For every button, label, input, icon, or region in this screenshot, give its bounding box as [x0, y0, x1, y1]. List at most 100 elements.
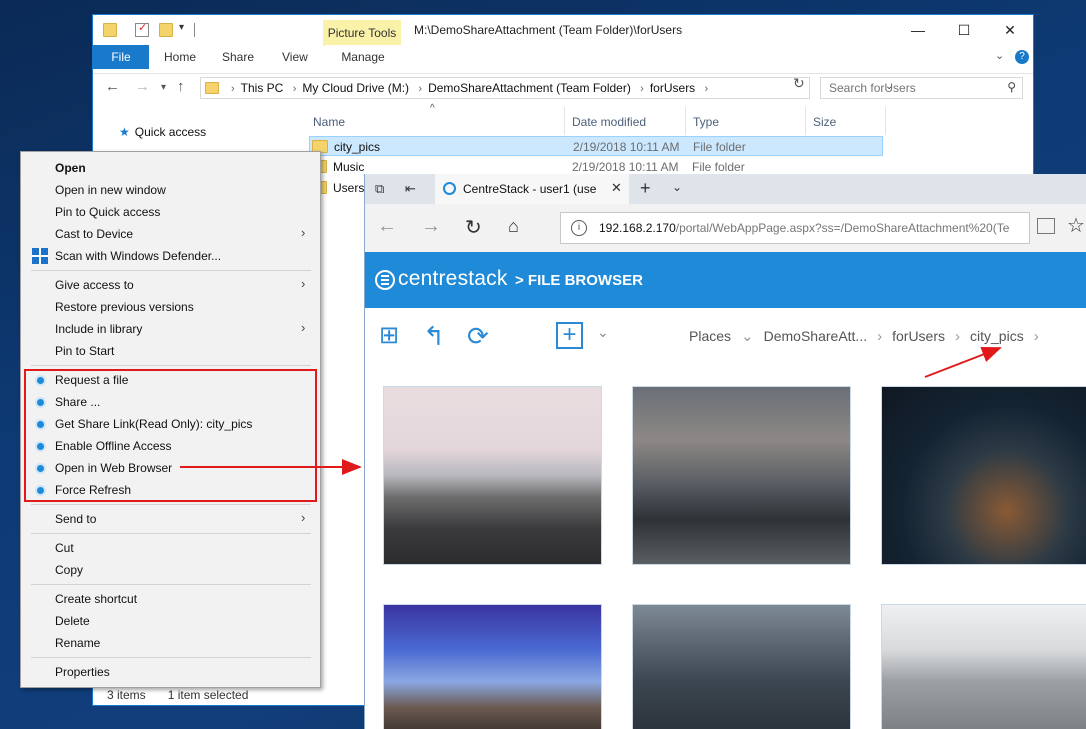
tab-share[interactable]: Share: [208, 45, 268, 69]
menu-item-delete[interactable]: Delete: [55, 614, 90, 628]
menu-item-copy[interactable]: Copy: [55, 563, 83, 577]
image-thumbnail[interactable]: [632, 604, 851, 729]
properties-icon[interactable]: [135, 21, 149, 37]
chevron-right-icon[interactable]: ›: [705, 83, 709, 95]
image-thumbnail[interactable]: [881, 604, 1086, 729]
breadcrumb: › This PC › My Cloud Drive (M:) › DemoShare…: [225, 81, 714, 95]
file-name: city_pics: [334, 140, 381, 154]
image-thumbnail[interactable]: [632, 386, 851, 565]
expand-ribbon-icon[interactable]: ⌄: [995, 49, 1004, 62]
tab-file[interactable]: File: [93, 45, 149, 69]
menu-item-cut[interactable]: Cut: [55, 541, 74, 555]
favorite-star-icon[interactable]: ☆: [1067, 213, 1085, 238]
url-bar[interactable]: i 192.168.2.170/portal/WebAppPage.aspx?s…: [560, 212, 1030, 244]
menu-item-rename[interactable]: Rename: [55, 636, 100, 650]
breadcrumb-for-users[interactable]: forUsers: [892, 328, 945, 344]
chevron-right-icon[interactable]: ›: [640, 83, 644, 95]
column-divider[interactable]: [564, 107, 565, 135]
tab-view[interactable]: View: [268, 45, 322, 69]
sync-icon[interactable]: ⟳: [467, 321, 489, 352]
menu-separator: [31, 584, 311, 585]
maximize-button[interactable]: ☐: [941, 15, 987, 45]
tab-home[interactable]: Home: [150, 45, 210, 69]
breadcrumb-cloud-drive[interactable]: My Cloud Drive (M:): [302, 81, 409, 95]
menu-item-send-to[interactable]: Send to: [55, 512, 96, 526]
column-divider[interactable]: [685, 107, 686, 135]
close-button[interactable]: ✕: [987, 15, 1033, 45]
image-thumbnail[interactable]: [383, 604, 602, 729]
menu-item-pin-quick-access[interactable]: Pin to Quick access: [55, 205, 160, 219]
menu-item-give-access[interactable]: Give access to: [55, 278, 134, 292]
search-input[interactable]: [821, 78, 1001, 98]
title-bar: ▾ Picture Tools M:\DemoShareAttachment (…: [93, 15, 1033, 46]
chevron-down-icon[interactable]: ⌄: [597, 324, 609, 341]
menu-item-properties[interactable]: Properties: [55, 665, 110, 679]
menu-item-pin-start[interactable]: Pin to Start: [55, 344, 114, 358]
browser-tab[interactable]: CentreStack - user1 (use ✕: [435, 174, 629, 204]
search-icon[interactable]: ⚲: [1007, 80, 1016, 94]
menu-item-create-shortcut[interactable]: Create shortcut: [55, 592, 137, 606]
forward-arrow-icon[interactable]: →: [421, 215, 441, 238]
refresh-icon[interactable]: ↻: [465, 215, 482, 240]
breadcrumb-for-users[interactable]: forUsers: [650, 81, 695, 95]
address-bar-row: ← → ▾ ↑ › This PC › My Cloud Drive (M:) › D…: [93, 73, 1033, 101]
breadcrumb-city-pics[interactable]: city_pics: [970, 328, 1024, 344]
tab-list-dropdown-icon[interactable]: ⌄: [672, 180, 682, 194]
folder-tree-icon[interactable]: ⊞: [379, 321, 399, 350]
column-header-name[interactable]: Name: [313, 115, 345, 129]
refresh-icon[interactable]: ↻: [793, 75, 805, 92]
new-folder-icon[interactable]: [159, 23, 173, 37]
menu-item-restore-versions[interactable]: Restore previous versions: [55, 300, 194, 314]
close-tab-icon[interactable]: ✕: [611, 180, 622, 196]
back-arrow-icon[interactable]: ←: [105, 78, 120, 95]
recent-locations-icon[interactable]: ▾: [161, 82, 166, 93]
address-bar[interactable]: › This PC › My Cloud Drive (M:) › DemoShare…: [200, 77, 893, 99]
breadcrumb-places[interactable]: Places: [689, 328, 731, 344]
tabs-aside-icon[interactable]: ⇤: [405, 181, 416, 197]
chevron-right-icon: ›: [231, 83, 235, 95]
column-divider[interactable]: [885, 107, 886, 135]
nav-pane-quick-access[interactable]: ★ Quick access: [119, 125, 206, 139]
search-box[interactable]: ⚲: [820, 77, 1023, 99]
centrestack-logo[interactable]: centrestack: [398, 267, 508, 291]
centrestack-header: centrestack > FILE BROWSER: [365, 252, 1086, 308]
chevron-down-icon[interactable]: ⌄: [741, 328, 754, 345]
file-type: File folder: [692, 160, 745, 174]
help-icon[interactable]: ?: [1015, 50, 1029, 64]
breadcrumb-team-folder[interactable]: DemoShareAtt...: [764, 328, 868, 344]
chevron-right-icon[interactable]: ›: [293, 83, 297, 95]
image-thumbnail[interactable]: [881, 386, 1086, 565]
home-icon[interactable]: ⌂: [508, 216, 519, 237]
windows-defender-icon: [32, 248, 48, 264]
up-arrow-icon[interactable]: ↑: [177, 78, 185, 95]
chevron-right-icon[interactable]: ›: [418, 83, 422, 95]
menu-item-cast-to-device[interactable]: Cast to Device: [55, 227, 133, 241]
reading-view-icon[interactable]: [1037, 218, 1055, 234]
menu-separator: [31, 533, 311, 534]
back-arrow-icon[interactable]: ←: [377, 215, 397, 238]
menu-item-include-library[interactable]: Include in library: [55, 322, 142, 336]
tab-sets-icon[interactable]: ⧉: [375, 181, 384, 197]
column-header-size[interactable]: Size: [813, 115, 836, 129]
minimize-button[interactable]: —: [895, 15, 941, 45]
column-divider[interactable]: [805, 107, 806, 135]
column-header-date[interactable]: Date modified: [572, 115, 646, 129]
new-tab-icon[interactable]: +: [640, 178, 651, 199]
folder-icon[interactable]: [103, 23, 117, 37]
column-header-type[interactable]: Type: [693, 115, 719, 129]
menu-item-scan-defender[interactable]: Scan with Windows Defender...: [55, 249, 221, 263]
browser-tab-strip: ⧉ ⇤ CentreStack - user1 (use ✕ + ⌄: [365, 174, 1086, 204]
site-info-icon[interactable]: i: [571, 220, 587, 236]
menu-item-open-new-window[interactable]: Open in new window: [55, 183, 166, 197]
breadcrumb-this-pc[interactable]: This PC: [241, 81, 284, 95]
url-text[interactable]: 192.168.2.170/portal/WebAppPage.aspx?ss=…: [599, 221, 1029, 235]
image-thumbnail[interactable]: [383, 386, 602, 565]
breadcrumb-team-folder[interactable]: DemoShareAttachment (Team Folder): [428, 81, 631, 95]
tab-manage[interactable]: Manage: [325, 45, 401, 69]
add-button[interactable]: +: [556, 322, 583, 349]
forward-arrow-icon[interactable]: →: [135, 78, 150, 95]
up-folder-icon[interactable]: ↰: [423, 321, 445, 352]
file-row-city-pics[interactable]: city_pics 2/19/2018 10:11 AM File folder: [309, 136, 883, 156]
menu-item-open[interactable]: Open: [55, 161, 86, 175]
quick-access-toolbar-dropdown-icon[interactable]: ▾: [179, 22, 184, 33]
